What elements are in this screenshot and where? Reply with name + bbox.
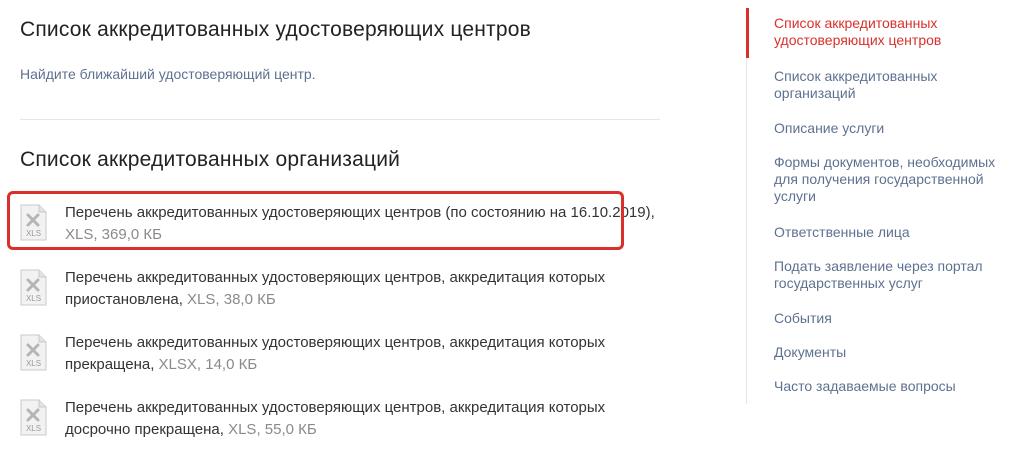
file-meta: XLS, 369,0 КБ xyxy=(65,226,162,243)
sidebar-item-events[interactable]: События xyxy=(774,310,1004,327)
file-meta: XLS, 55,0 КБ xyxy=(223,421,317,438)
xls-file-icon: XLS xyxy=(20,334,47,371)
find-nearest-center-link[interactable]: Найдите ближайший удостоверяющий центр. xyxy=(20,66,316,82)
file-name: Перечень аккредитованных удостоверяющих … xyxy=(65,399,606,438)
file-name: Перечень аккредитованных удостоверяющих … xyxy=(65,269,606,308)
svg-text:XLS: XLS xyxy=(26,229,41,238)
file-link[interactable]: Перечень аккредитованных удостоверяющих … xyxy=(65,397,665,441)
active-indicator xyxy=(746,8,749,58)
xls-file-icon: XLS xyxy=(20,399,47,436)
sidebar-item-accredited-centers[interactable]: Список аккредитованных удостоверяющих це… xyxy=(774,15,1004,49)
svg-text:XLS: XLS xyxy=(26,359,41,368)
file-item[interactable]: XLS Перечень аккредитованных удостоверяю… xyxy=(20,198,660,263)
file-link[interactable]: Перечень аккредитованных удостоверяющих … xyxy=(65,202,665,246)
xls-file-icon: XLS xyxy=(20,204,47,241)
page-title: Список аккредитованных удостоверяющих це… xyxy=(20,18,531,41)
sidebar-item-accredited-organizations[interactable]: Список аккредитованных организаций xyxy=(774,68,1004,102)
file-meta: XLSX, 14,0 КБ xyxy=(154,356,258,373)
svg-text:XLS: XLS xyxy=(26,294,41,303)
file-item[interactable]: XLS Перечень аккредитованных удостоверяю… xyxy=(20,263,660,328)
section-title: Список аккредитованных организаций xyxy=(20,148,401,171)
sidebar-item-apply-via-portal[interactable]: Подать заявление через портал государств… xyxy=(774,258,1004,292)
file-meta: XLS, 38,0 КБ xyxy=(182,291,276,308)
file-item[interactable]: XLS Перечень аккредитованных удостоверяю… xyxy=(20,393,660,458)
file-link[interactable]: Перечень аккредитованных удостоверяющих … xyxy=(65,332,665,376)
sidebar-item-responsible-persons[interactable]: Ответственные лица xyxy=(774,224,1004,241)
sidebar-item-faq[interactable]: Часто задаваемые вопросы xyxy=(774,378,1004,395)
file-item[interactable]: XLS Перечень аккредитованных удостоверяю… xyxy=(20,328,660,393)
file-link[interactable]: Перечень аккредитованных удостоверяющих … xyxy=(65,267,665,311)
sidebar-item-documents[interactable]: Документы xyxy=(774,344,1004,361)
xls-file-icon: XLS xyxy=(20,269,47,306)
svg-text:XLS: XLS xyxy=(26,424,41,433)
sidebar-item-service-description[interactable]: Описание услуги xyxy=(774,120,1004,137)
file-name: Перечень аккредитованных удостоверяющих … xyxy=(65,334,606,373)
divider xyxy=(20,119,660,120)
sidebar-item-document-forms[interactable]: Формы документов, необходимых для получе… xyxy=(774,154,1004,205)
file-name: Перечень аккредитованных удостоверяющих … xyxy=(65,204,655,221)
sidebar-nav: Список аккредитованных удостоверяющих це… xyxy=(746,8,1007,404)
file-list: XLS Перечень аккредитованных удостоверяю… xyxy=(20,198,660,458)
